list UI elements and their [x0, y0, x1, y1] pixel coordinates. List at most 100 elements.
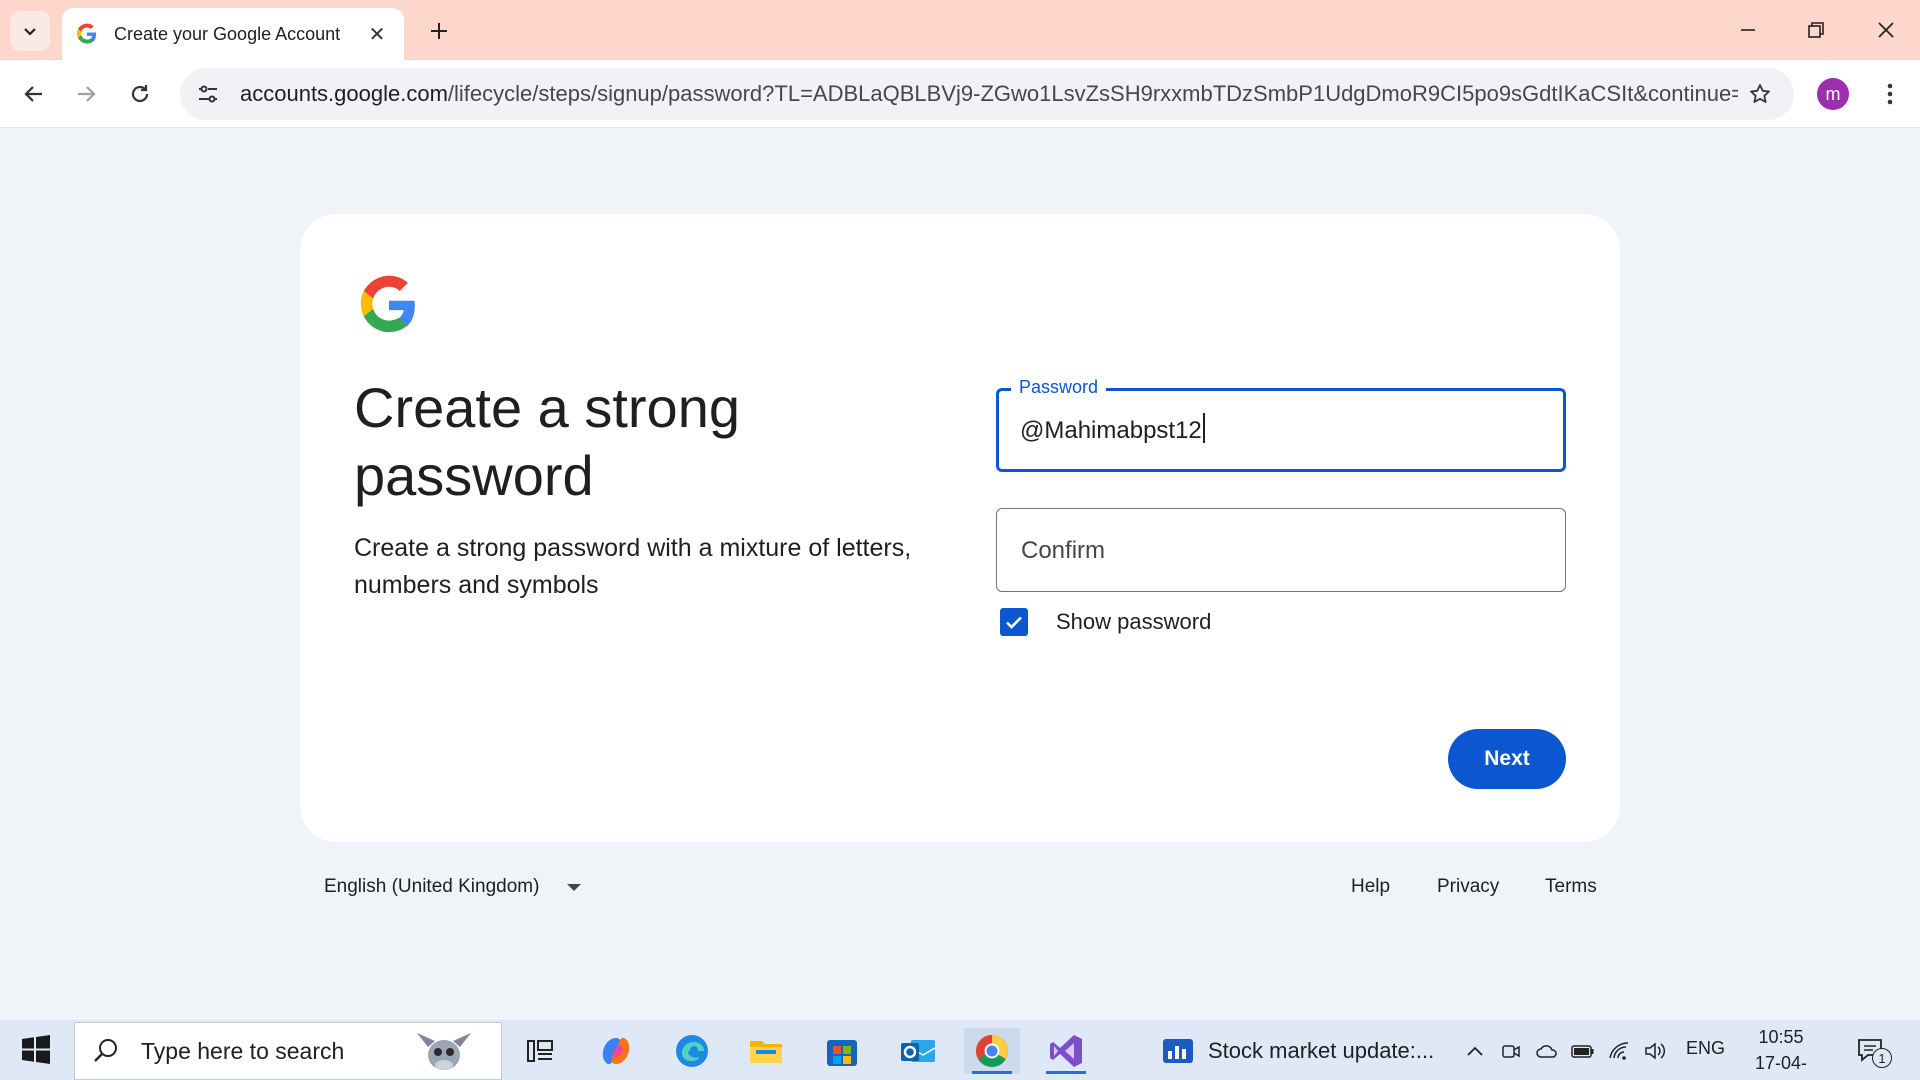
close-icon — [1878, 22, 1894, 38]
edge-browser-button[interactable] — [664, 1028, 720, 1074]
chevron-up-icon — [1467, 1046, 1483, 1056]
plus-icon — [431, 23, 447, 39]
search-icon — [94, 1039, 117, 1062]
chevron-down-icon — [24, 28, 36, 36]
more-vert-icon — [1887, 83, 1893, 105]
battery-tray[interactable] — [1570, 1038, 1596, 1064]
url-path: /lifecycle/steps/signup/password?TL=ADBL… — [447, 81, 1738, 106]
password-value: @Mahimabpst12 — [1020, 417, 1202, 444]
copilot-icon — [602, 1037, 630, 1065]
signup-card: Create a strong password Create a strong… — [300, 214, 1620, 842]
visual-studio-button[interactable] — [1038, 1028, 1094, 1074]
confirm-password-field[interactable]: Confirm — [996, 508, 1566, 592]
tab-strip: Create your Google Account ✕ — [0, 0, 1920, 60]
edge-icon — [676, 1035, 708, 1067]
battery-icon — [1571, 1045, 1594, 1058]
reload-button[interactable] — [118, 72, 162, 116]
task-view-button[interactable] — [512, 1028, 568, 1074]
volume-tray[interactable] — [1642, 1038, 1668, 1064]
browser-menu-button[interactable] — [1870, 74, 1910, 114]
wifi-icon — [1609, 1042, 1629, 1060]
password-label: Password — [1011, 377, 1107, 398]
active-tab[interactable]: Create your Google Account ✕ — [62, 8, 404, 60]
language-label: English (United Kingdom) — [324, 876, 540, 897]
notification-count: 1 — [1872, 1048, 1892, 1068]
privacy-link[interactable]: Privacy — [1437, 876, 1499, 898]
tab-title: Create your Google Account — [114, 23, 341, 44]
copilot-button[interactable] — [588, 1028, 644, 1074]
show-password-label: Show password — [1056, 609, 1212, 634]
speaker-icon — [1645, 1042, 1666, 1060]
clock-time: 10:55 — [1758, 1027, 1804, 1047]
network-tray[interactable] — [1606, 1038, 1632, 1064]
file-explorer-button[interactable] — [738, 1028, 794, 1074]
folder-icon — [750, 1041, 782, 1063]
confirm-placeholder: Confirm — [1021, 537, 1106, 564]
bookmark-button[interactable] — [1738, 72, 1782, 116]
address-bar[interactable]: accounts.google.com/lifecycle/steps/sign… — [180, 68, 1794, 120]
help-link[interactable]: Help — [1351, 876, 1390, 898]
stock-news-text: Stock market update:... — [1208, 1038, 1435, 1063]
active-indicator — [972, 1071, 1012, 1074]
arrow-right-icon — [78, 86, 96, 102]
browser-toolbar: accounts.google.com/lifecycle/steps/sign… — [0, 60, 1920, 128]
microsoft-store-button[interactable] — [814, 1028, 870, 1074]
restore-icon — [1808, 22, 1824, 38]
search-highlight-icon — [417, 1033, 471, 1070]
chrome-icon — [976, 1035, 1008, 1067]
page-description: Create a strong password with a mixture … — [354, 534, 912, 599]
show-password-toggle[interactable]: Show password — [1000, 608, 1211, 636]
windows-start-icon[interactable] — [14, 1034, 58, 1066]
windows-taskbar: Type here to search Stock market update:… — [0, 1020, 1920, 1080]
store-icon — [827, 1040, 857, 1066]
notification-center-button[interactable]: 1 — [1856, 1034, 1896, 1070]
minimize-icon — [1741, 29, 1755, 31]
tab-search-button[interactable] — [10, 11, 50, 51]
camera-icon — [1502, 1045, 1520, 1058]
site-info-button[interactable] — [186, 72, 230, 116]
taskbar-clock[interactable]: 10:55 17-04-2025 — [1740, 1024, 1822, 1080]
back-button[interactable] — [12, 72, 56, 116]
language-selector[interactable]: English (United Kingdom) — [324, 876, 582, 898]
password-value-wrap: @Mahimabpst12 — [1020, 413, 1205, 445]
url-host: accounts.google.com — [240, 81, 448, 106]
clock-date: 17-04-2025 — [1754, 1053, 1808, 1080]
taskbar-search-box[interactable]: Type here to search — [74, 1022, 502, 1080]
restore-button[interactable] — [1788, 10, 1844, 50]
running-indicator — [1046, 1071, 1086, 1074]
next-button[interactable]: Next — [1448, 729, 1566, 789]
forward-button[interactable] — [64, 72, 108, 116]
profile-avatar[interactable]: m — [1817, 78, 1849, 110]
terms-link[interactable]: Terms — [1545, 876, 1597, 898]
task-view-icon — [527, 1040, 553, 1062]
url-text: accounts.google.com/lifecycle/steps/sign… — [240, 81, 1738, 107]
page-title: Create a strong password — [354, 376, 740, 507]
outlook-button[interactable] — [890, 1028, 946, 1074]
close-window-button[interactable] — [1858, 10, 1914, 50]
reload-icon — [131, 85, 149, 103]
text-caret — [1202, 413, 1205, 443]
minimize-button[interactable] — [1720, 10, 1776, 50]
show-hidden-icons-button[interactable] — [1462, 1038, 1488, 1064]
check-icon — [1006, 616, 1022, 629]
taskbar-search-placeholder: Type here to search — [141, 1037, 345, 1064]
show-password-checkbox[interactable] — [1000, 608, 1028, 636]
language-indicator[interactable]: ENG — [1686, 1038, 1725, 1059]
dropdown-arrow-icon — [567, 883, 582, 891]
arrow-left-icon — [24, 86, 42, 102]
tune-icon — [199, 85, 217, 103]
password-field[interactable]: Password @Mahimabpst12 — [996, 377, 1566, 472]
new-tab-button[interactable] — [422, 14, 456, 48]
google-favicon-icon — [76, 23, 98, 45]
google-logo — [360, 275, 415, 333]
onedrive-tray[interactable] — [1534, 1038, 1560, 1064]
tab-close-icon[interactable]: ✕ — [364, 21, 390, 47]
meet-now-tray[interactable] — [1498, 1038, 1524, 1064]
visual-studio-icon — [1050, 1035, 1082, 1067]
star-icon — [1750, 84, 1770, 103]
outlook-icon — [901, 1040, 936, 1062]
stock-chart-icon — [1163, 1039, 1193, 1063]
chrome-button[interactable] — [964, 1028, 1020, 1074]
cloud-icon — [1536, 1045, 1557, 1058]
stock-news-widget[interactable]: Stock market update:... — [1162, 1028, 1434, 1074]
